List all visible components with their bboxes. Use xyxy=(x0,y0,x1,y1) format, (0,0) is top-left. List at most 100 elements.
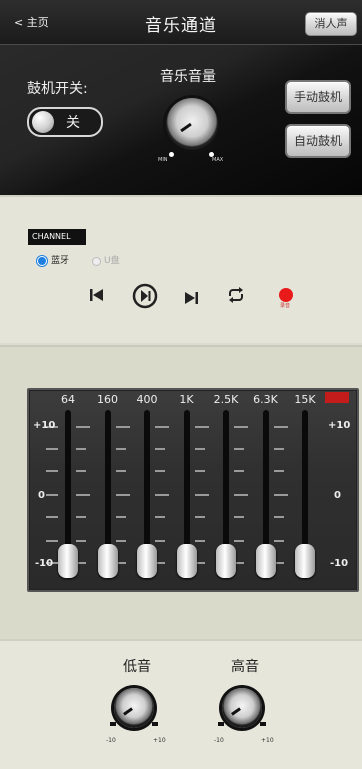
bluetooth-radio[interactable] xyxy=(38,257,46,265)
eq-scale-tick xyxy=(46,494,58,496)
eq-scale-tick xyxy=(46,448,58,450)
bass-knob-nub-left xyxy=(110,722,116,726)
volume-min-label: MIN xyxy=(158,157,168,163)
drum-toggle[interactable]: 关 xyxy=(27,107,103,137)
eq-band-label: 400 xyxy=(136,393,158,406)
eq-scale-mid-right: 0 xyxy=(334,490,341,501)
channel-tag: CHANNEL xyxy=(28,229,86,245)
eq-scale-tick xyxy=(76,540,86,542)
eq-band-label: 64 xyxy=(61,393,75,406)
eq-slider-thumb[interactable] xyxy=(255,544,276,578)
eq-scale-bottom: -10 xyxy=(35,558,54,569)
eq-scale-tick xyxy=(234,540,244,542)
treble-knob-pointer xyxy=(231,707,241,716)
record-label: 录音 xyxy=(280,303,291,309)
eq-scale-tick xyxy=(194,426,209,428)
eq-scale-tick xyxy=(194,494,209,496)
vocal-cut-button[interactable]: 消人声 xyxy=(305,12,357,36)
eq-scale-mid: 0 xyxy=(38,490,45,501)
eq-scale-tick xyxy=(115,448,126,450)
eq-scale-tick xyxy=(155,448,165,450)
eq-scale-tick xyxy=(273,516,284,518)
eq-scale-tick xyxy=(155,540,165,542)
eq-scale-tick xyxy=(115,470,126,472)
bass-knob[interactable] xyxy=(110,688,158,728)
usb-radio[interactable] xyxy=(92,257,101,266)
eq-band-label: 2.5K xyxy=(213,393,239,406)
eq-scale-top: +10 xyxy=(33,420,56,431)
treble-knob[interactable] xyxy=(218,688,266,728)
eq-scale-tick xyxy=(234,470,244,472)
eq-scale-tick xyxy=(115,540,126,542)
record-button[interactable] xyxy=(279,288,293,302)
eq-scale-tick xyxy=(115,516,126,518)
eq-scale-top-right: +10 xyxy=(328,420,351,431)
eq-band-label: 15K xyxy=(294,393,316,406)
eq-scale-tick xyxy=(155,494,169,496)
repeat-icon[interactable] xyxy=(227,287,245,307)
eq-scale-tick xyxy=(46,470,58,472)
eq-scale-tick xyxy=(273,540,284,542)
next-track-icon[interactable] xyxy=(184,289,198,308)
eq-band-label: 1K xyxy=(179,393,194,406)
bass-knob-pointer xyxy=(123,707,133,716)
eq-scale-tick xyxy=(76,494,90,496)
eq-scale-tick xyxy=(194,540,205,542)
treble-knob-nub-right xyxy=(260,722,266,726)
eq-scale-bottom-right: -10 xyxy=(330,558,349,569)
eq-band-label: 6.3K xyxy=(253,393,278,406)
treble-knob-nub-left xyxy=(218,722,224,726)
eq-scale-tick xyxy=(234,494,248,496)
bass-label: 低音 xyxy=(123,659,151,675)
eq-slider-thumb[interactable] xyxy=(295,544,315,578)
eq-scale-tick xyxy=(76,426,90,428)
play-pause-icon[interactable] xyxy=(132,283,158,313)
eq-scale-tick xyxy=(115,426,130,428)
eq-slider-thumb[interactable] xyxy=(58,544,78,578)
knob-pointer xyxy=(180,122,192,133)
bass-min-label: -10 xyxy=(106,737,116,744)
volume-max-label: MAX xyxy=(212,157,224,163)
eq-scale-tick xyxy=(76,448,86,450)
eq-scale-tick xyxy=(76,516,86,518)
bluetooth-label: 蓝牙 xyxy=(51,256,70,266)
treble-max-label: +10 xyxy=(261,737,274,744)
eq-scale-tick xyxy=(194,448,205,450)
eq-scale-tick xyxy=(46,540,58,542)
eq-scale-tick xyxy=(273,470,284,472)
previous-track-icon[interactable] xyxy=(90,289,104,305)
eq-scale-tick xyxy=(234,448,244,450)
usb-label: U盘 xyxy=(104,256,120,266)
eq-scale-tick xyxy=(273,494,288,496)
treble-label: 高音 xyxy=(231,659,259,675)
eq-scale-tick xyxy=(155,516,165,518)
eq-band-label: 160 xyxy=(97,393,118,406)
eq-scale-tick xyxy=(273,426,288,428)
eq-slider-thumb[interactable] xyxy=(97,544,118,578)
tone-panel xyxy=(0,639,362,769)
eq-scale-tick xyxy=(46,516,58,518)
eq-indicator xyxy=(325,392,349,403)
music-volume-knob[interactable] xyxy=(166,98,218,150)
eq-scale-tick xyxy=(115,494,130,496)
eq-slider-thumb[interactable] xyxy=(216,544,236,578)
treble-min-label: -10 xyxy=(214,737,224,744)
drum-switch-label: 鼓机开关: xyxy=(27,81,88,97)
eq-scale-tick xyxy=(194,470,205,472)
toggle-knob xyxy=(32,111,54,133)
auto-drum-button[interactable]: 自动鼓机 xyxy=(285,124,351,158)
eq-slider-thumb[interactable] xyxy=(137,544,157,578)
manual-drum-button[interactable]: 手动鼓机 xyxy=(285,80,351,114)
toggle-state-label: 关 xyxy=(66,115,80,131)
eq-scale-tick xyxy=(155,470,165,472)
eq-scale-tick xyxy=(155,426,169,428)
eq-scale-tick xyxy=(273,448,284,450)
eq-slider-thumb[interactable] xyxy=(176,544,197,578)
eq-scale-tick xyxy=(234,426,248,428)
min-marker-dot xyxy=(169,152,174,157)
bass-max-label: +10 xyxy=(153,737,166,744)
bass-knob-nub-right xyxy=(152,722,158,726)
channel-panel xyxy=(0,195,362,343)
eq-scale-tick xyxy=(234,516,244,518)
eq-scale-tick xyxy=(76,470,86,472)
